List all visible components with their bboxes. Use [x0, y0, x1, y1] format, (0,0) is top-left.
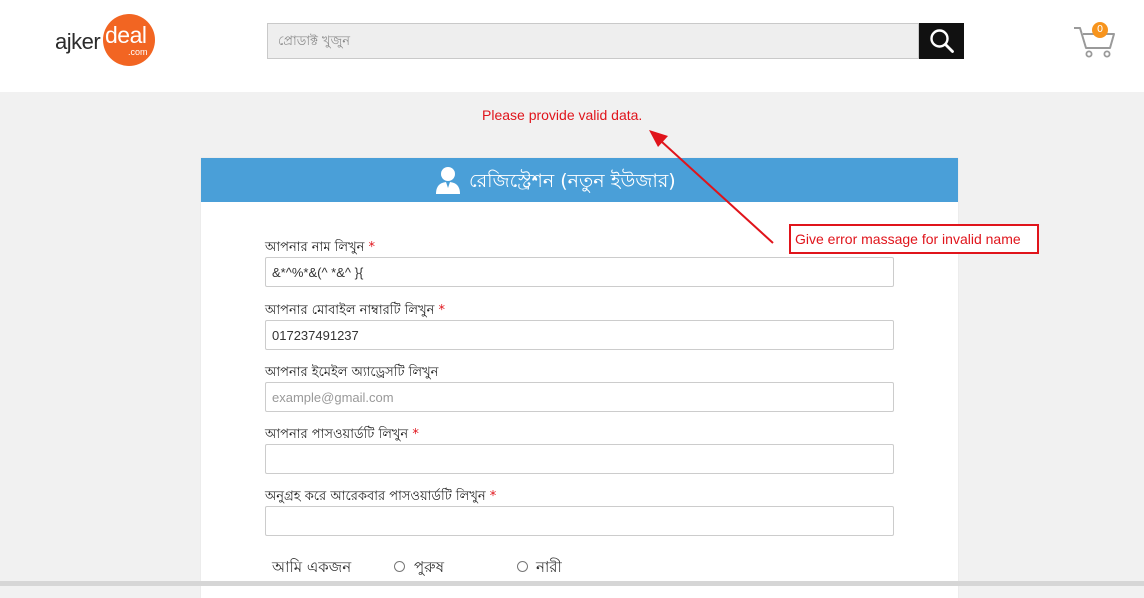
confirm-password-field[interactable]: [265, 506, 894, 536]
gender-radio-female[interactable]: [517, 561, 528, 572]
password-label-text: আপনার পাসওয়ার্ডটি লিখুন: [265, 427, 409, 442]
required-mark: *: [489, 489, 497, 504]
site-header: ajker deal .com 0: [0, 0, 1144, 92]
cart-count-badge: 0: [1092, 22, 1108, 38]
confirm-password-label: অনুগ্রহ করে আরেকবার পাসওয়ার্ডটি লিখুন *: [265, 487, 496, 508]
email-label-text: আপনার ইমেইল অ্যাড্রেসটি লিখুন: [265, 365, 439, 380]
card-title: রেজিস্ট্রেশন (নতুন ইউজার): [469, 170, 676, 192]
mobile-label: আপনার মোবাইল নাম্বারটি লিখুন *: [265, 301, 445, 322]
search-button[interactable]: [919, 23, 964, 59]
card-header: রেজিস্ট্রেশন (নতুন ইউজার): [201, 158, 958, 202]
logo-text-com: .com: [128, 47, 148, 57]
required-mark: *: [368, 240, 376, 255]
annotation-box: Give error massage for invalid name: [789, 224, 1039, 254]
password-label: আপনার পাসওয়ার্ডটি লিখুন *: [265, 425, 419, 446]
gender-option-male-label[interactable]: পুরুষ: [414, 556, 444, 581]
mobile-field[interactable]: [265, 320, 894, 350]
logo-text-ajker: ajker: [55, 29, 101, 54]
required-mark: *: [438, 303, 446, 318]
mobile-label-text: আপনার মোবাইল নাম্বারটি লিখুন: [265, 303, 435, 318]
gender-radio-male[interactable]: [394, 561, 405, 572]
bottom-divider: [0, 581, 1144, 586]
email-label: আপনার ইমেইল অ্যাড্রেসটি লিখুন: [265, 363, 438, 384]
cart-button[interactable]: 0: [1072, 20, 1118, 60]
search-input[interactable]: [267, 23, 919, 59]
name-field[interactable]: [265, 257, 894, 287]
password-field[interactable]: [265, 444, 894, 474]
search-icon: [929, 29, 954, 53]
gender-label: আমি একজন: [272, 558, 352, 576]
user-icon: [436, 167, 460, 194]
form-error-message: Please provide valid data.: [482, 107, 643, 123]
email-field[interactable]: [265, 382, 894, 412]
logo-text-deal: deal: [105, 22, 147, 48]
site-logo[interactable]: ajker deal .com: [55, 14, 165, 66]
name-label-text: আপনার নাম লিখুন: [265, 240, 365, 255]
search-bar: [267, 23, 964, 59]
gender-option-female-label[interactable]: নারী: [536, 556, 562, 581]
name-label: আপনার নাম লিখুন *: [265, 238, 375, 259]
confirm-password-label-text: অনুগ্রহ করে আরেকবার পাসওয়ার্ডটি লিখুন: [265, 489, 486, 504]
required-mark: *: [412, 427, 419, 442]
